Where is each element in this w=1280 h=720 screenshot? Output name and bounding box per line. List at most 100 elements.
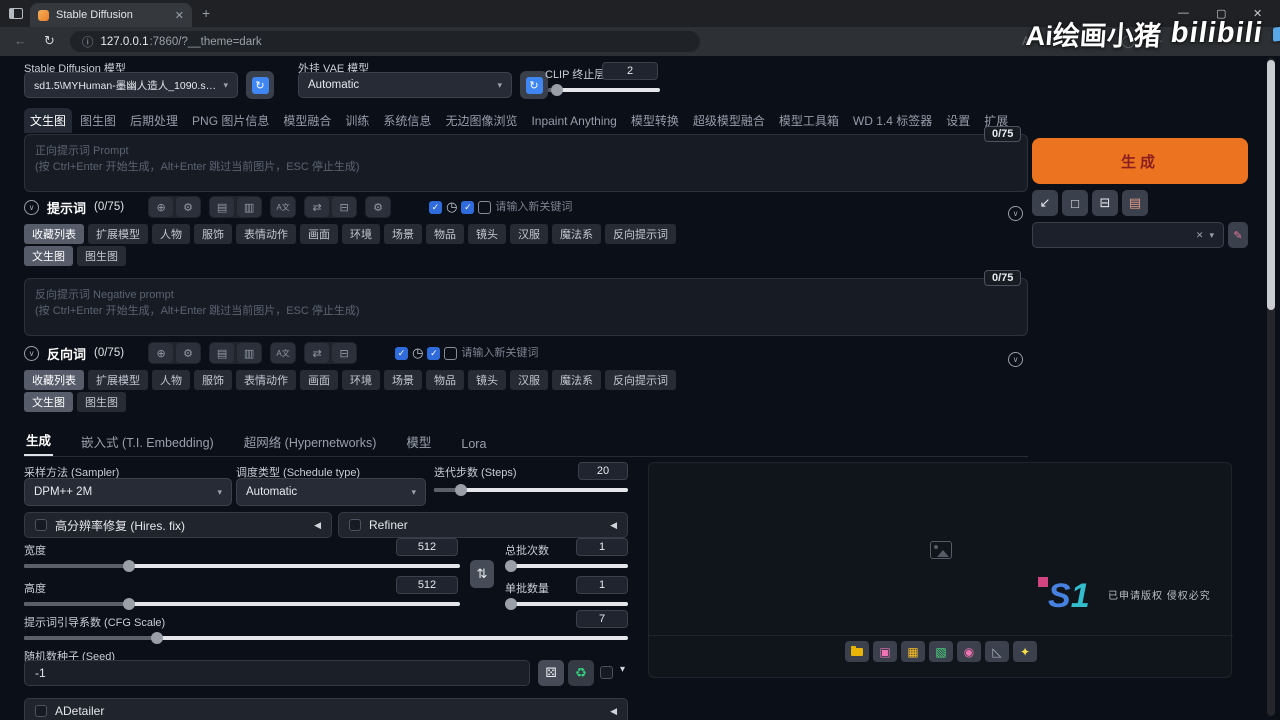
send-to-img2img-button[interactable]: ▧ <box>929 641 953 662</box>
tab-close-icon[interactable]: ✕ <box>175 9 184 22</box>
cat-environment[interactable]: 环境 <box>342 370 380 390</box>
tab-extras[interactable]: 后期处理 <box>124 108 184 133</box>
schedule-dropdown[interactable]: Automatic ▾ <box>236 478 426 506</box>
reuse-seed-button[interactable]: ♻ <box>568 660 594 686</box>
site-info-icon[interactable]: ⓘ <box>82 34 94 50</box>
cat-camera[interactable]: 镜头 <box>468 224 506 244</box>
cat-magic[interactable]: 魔法系 <box>552 224 601 244</box>
cat-camera[interactable]: 镜头 <box>468 370 506 390</box>
collapse-chevron-icon[interactable]: ∨ <box>24 199 39 215</box>
seed-input[interactable] <box>24 660 530 686</box>
clip-skip-slider[interactable] <box>548 84 660 96</box>
styles-dropdown[interactable]: ✕ ▾ <box>1032 222 1224 248</box>
address-bar[interactable]: ⓘ 127.0.0.1:7860/?__theme=dark <box>70 31 700 52</box>
batch-size-value[interactable]: 1 <box>576 576 628 594</box>
cat-location[interactable]: 场景 <box>384 370 422 390</box>
trash-icon[interactable]: ⊟ <box>332 197 357 217</box>
save-zip-button[interactable]: ▦ <box>901 641 925 662</box>
tab-search-icon[interactable] <box>9 8 23 19</box>
tab-checkpoint-merger[interactable]: 模型融合 <box>277 108 337 133</box>
generate-button[interactable]: 生成 <box>1032 138 1248 184</box>
checkbox-translate[interactable]: ✓ <box>429 200 443 214</box>
cat-objects[interactable]: 物品 <box>426 370 464 390</box>
tab-infinite-image-browsing[interactable]: 无边图像浏览 <box>439 108 523 133</box>
upscale-button[interactable]: ✦ <box>1013 641 1037 662</box>
open-folder-button[interactable] <box>845 641 869 662</box>
cfg-slider[interactable] <box>24 632 628 644</box>
tab-hypernetworks[interactable]: 超网络 (Hypernetworks) <box>242 427 379 456</box>
tab-train[interactable]: 训练 <box>339 108 375 133</box>
scrollbar[interactable] <box>1267 58 1275 716</box>
tab-checkpoints[interactable]: 模型 <box>404 427 433 456</box>
cat-environment[interactable]: 环境 <box>342 224 380 244</box>
globe-icon[interactable]: ⊕ <box>149 343 174 363</box>
width-slider[interactable] <box>24 560 460 572</box>
card-doc-icon[interactable]: ▥ <box>237 197 262 217</box>
chevron-down-icon[interactable]: ▾ <box>1209 230 1214 241</box>
tab-txt2img[interactable]: 文生图 <box>24 108 73 133</box>
cat-objects[interactable]: 物品 <box>426 224 464 244</box>
cat-character[interactable]: 人物 <box>152 224 190 244</box>
vae-dropdown[interactable]: Automatic ▾ <box>298 72 512 98</box>
clip-skip-value[interactable]: 2 <box>602 62 658 80</box>
empty-box-button[interactable]: □ <box>1062 190 1088 216</box>
sd-model-dropdown[interactable]: sd1.5\MYHuman-墨幽人造人_1090.safetensors ▾ <box>24 72 238 98</box>
mode-img2img[interactable]: 图生图 <box>77 246 126 266</box>
edit-doc-icon[interactable]: ▤ <box>210 343 235 363</box>
checkbox-unchecked[interactable] <box>478 200 492 214</box>
steps-value[interactable]: 20 <box>578 462 628 480</box>
tab-lora[interactable]: Lora <box>459 432 488 456</box>
vae-refresh-button[interactable]: ↻ <box>520 71 548 99</box>
back-icon[interactable]: ← <box>14 33 27 48</box>
clock-icon[interactable]: ◷ <box>412 345 423 361</box>
hires-fix-accordion[interactable]: 高分辨率修复 (Hires. fix) ◀ <box>24 512 332 538</box>
tab-settings[interactable]: 设置 <box>940 108 976 133</box>
reload-icon[interactable]: ↻ <box>44 33 55 49</box>
exchange-icon[interactable]: ⇄ <box>305 197 330 217</box>
prompt-textarea[interactable] <box>24 134 1028 192</box>
sampler-dropdown[interactable]: DPM++ 2M ▾ <box>24 478 232 506</box>
negative-collapse-chevron-icon[interactable]: ∨ <box>1008 352 1023 367</box>
checkbox-translate[interactable]: ✓ <box>395 346 409 360</box>
gear-icon[interactable]: ⚙ <box>176 343 201 363</box>
new-keyword-input[interactable] <box>495 201 591 213</box>
cat-magic[interactable]: 魔法系 <box>552 370 601 390</box>
height-value[interactable]: 512 <box>396 576 458 594</box>
tab-img2img[interactable]: 图生图 <box>74 108 122 133</box>
adetailer-accordion[interactable]: ADetailer ◀ <box>24 698 628 720</box>
negative-textarea[interactable] <box>24 278 1028 336</box>
batch-count-slider[interactable] <box>505 560 628 572</box>
checkbox-auto[interactable]: ✓ <box>461 200 475 214</box>
prompt-collapse-chevron-icon[interactable]: ∨ <box>1008 206 1023 221</box>
tab-inpaint-anything[interactable]: Inpaint Anything <box>525 110 622 132</box>
cfg-value[interactable]: 7 <box>576 610 628 628</box>
gear-icon[interactable]: ⚙ <box>176 197 201 217</box>
cat-favorites[interactable]: 收藏列表 <box>24 370 84 390</box>
cat-hanfu[interactable]: 汉服 <box>510 370 548 390</box>
adetailer-checkbox[interactable] <box>35 705 47 717</box>
tab-ti-embedding[interactable]: 嵌入式 (T.I. Embedding) <box>79 427 216 456</box>
tab-system-info[interactable]: 系统信息 <box>377 108 437 133</box>
magic-gear-icon[interactable]: ⚙ <box>366 197 391 217</box>
save-image-button[interactable]: ▣ <box>873 641 897 662</box>
seed-caret-icon[interactable]: ▾ <box>620 664 625 675</box>
send-to-extras-button[interactable]: ◺ <box>985 641 1009 662</box>
refiner-accordion[interactable]: Refiner ◀ <box>338 512 628 538</box>
globe-icon[interactable]: ⊕ <box>149 197 174 217</box>
cat-character[interactable]: 人物 <box>152 370 190 390</box>
cat-clothes[interactable]: 服饰 <box>194 370 232 390</box>
collapse-chevron-icon[interactable]: ∨ <box>24 345 39 361</box>
style-apply-button[interactable]: ▤ <box>1122 190 1148 216</box>
hires-checkbox[interactable] <box>35 519 47 531</box>
swap-dimensions-button[interactable]: ⇅ <box>470 560 494 588</box>
mode-txt2img[interactable]: 文生图 <box>24 392 73 412</box>
height-slider[interactable] <box>24 598 460 610</box>
cat-scene[interactable]: 画面 <box>300 224 338 244</box>
tab-model-toolkit[interactable]: 模型工具箱 <box>773 108 845 133</box>
cat-expression[interactable]: 表情动作 <box>236 224 296 244</box>
new-tab-button[interactable]: + <box>202 5 210 21</box>
cat-negative[interactable]: 反向提示词 <box>605 224 676 244</box>
cat-extensions[interactable]: 扩展模型 <box>88 224 148 244</box>
clear-prompt-button[interactable]: ⊟ <box>1092 190 1118 216</box>
cat-scene[interactable]: 画面 <box>300 370 338 390</box>
